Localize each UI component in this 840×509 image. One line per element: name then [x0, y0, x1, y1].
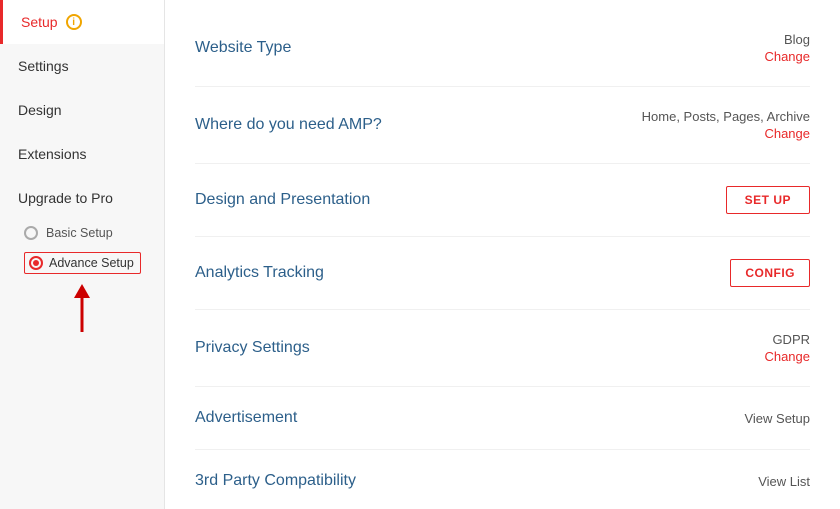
right-advertisement: View Setup	[744, 411, 810, 426]
label-analytics: Analytics Tracking	[195, 264, 324, 282]
setup-button[interactable]: SET UP	[726, 186, 810, 214]
link-privacy[interactable]: Change	[764, 349, 810, 364]
label-website-type: Website Type	[195, 39, 291, 57]
label-design: Design and Presentation	[195, 191, 370, 209]
link-amp[interactable]: Change	[764, 126, 810, 141]
config-button[interactable]: CONFIG	[730, 259, 810, 287]
design-label: Design	[18, 102, 62, 118]
sidebar-item-extensions[interactable]: Extensions	[0, 132, 164, 176]
right-design: SET UP	[726, 186, 810, 214]
link-website-type[interactable]: Change	[764, 49, 810, 64]
arrow-annotation	[0, 284, 164, 334]
row-third-party: 3rd Party Compatibility View List	[195, 450, 810, 509]
advance-setup-label: Advance Setup	[49, 256, 134, 270]
label-privacy: Privacy Settings	[195, 339, 310, 357]
right-amp: Home, Posts, Pages, Archive Change	[642, 109, 810, 141]
sidebar-item-setup[interactable]: Setup i	[0, 0, 164, 44]
right-privacy: GDPR Change	[764, 332, 810, 364]
basic-setup-label: Basic Setup	[46, 226, 113, 240]
right-website-type: Blog Change	[764, 32, 810, 64]
row-amp: Where do you need AMP? Home, Posts, Page…	[195, 87, 810, 164]
sidebar-item-design[interactable]: Design	[0, 88, 164, 132]
radio-basic-setup	[24, 226, 38, 240]
right-analytics: CONFIG	[730, 259, 810, 287]
value-privacy: GDPR	[772, 332, 810, 347]
row-design: Design and Presentation SET UP	[195, 164, 810, 237]
link-third-party[interactable]: View List	[758, 474, 810, 489]
main-content: Website Type Blog Change Where do you ne…	[165, 0, 840, 509]
arrow-shaft	[81, 296, 84, 332]
upgrade-label: Upgrade to Pro	[18, 190, 113, 206]
sidebar: Setup i Settings Design Extensions Upgra…	[0, 0, 165, 509]
radio-inner	[33, 260, 39, 266]
row-website-type: Website Type Blog Change	[195, 10, 810, 87]
radio-advance-setup	[29, 256, 43, 270]
sidebar-item-settings[interactable]: Settings	[0, 44, 164, 88]
right-third-party: View List	[758, 474, 810, 489]
info-icon: i	[66, 14, 82, 30]
settings-label: Settings	[18, 58, 69, 74]
row-advertisement: Advertisement View Setup	[195, 387, 810, 450]
extensions-label: Extensions	[18, 146, 86, 162]
label-advertisement: Advertisement	[195, 409, 297, 427]
sidebar-sub-advance-setup[interactable]: Advance Setup	[0, 246, 164, 280]
row-analytics: Analytics Tracking CONFIG	[195, 237, 810, 310]
row-privacy: Privacy Settings GDPR Change	[195, 310, 810, 387]
advance-setup-box: Advance Setup	[24, 252, 141, 274]
sidebar-sub-basic-setup[interactable]: Basic Setup	[0, 220, 164, 246]
label-amp: Where do you need AMP?	[195, 116, 382, 134]
value-website-type: Blog	[784, 32, 810, 47]
setup-label: Setup	[21, 14, 58, 30]
link-advertisement[interactable]: View Setup	[744, 411, 810, 426]
value-amp: Home, Posts, Pages, Archive	[642, 109, 810, 124]
sidebar-item-upgrade[interactable]: Upgrade to Pro	[0, 176, 164, 220]
label-third-party: 3rd Party Compatibility	[195, 472, 356, 490]
